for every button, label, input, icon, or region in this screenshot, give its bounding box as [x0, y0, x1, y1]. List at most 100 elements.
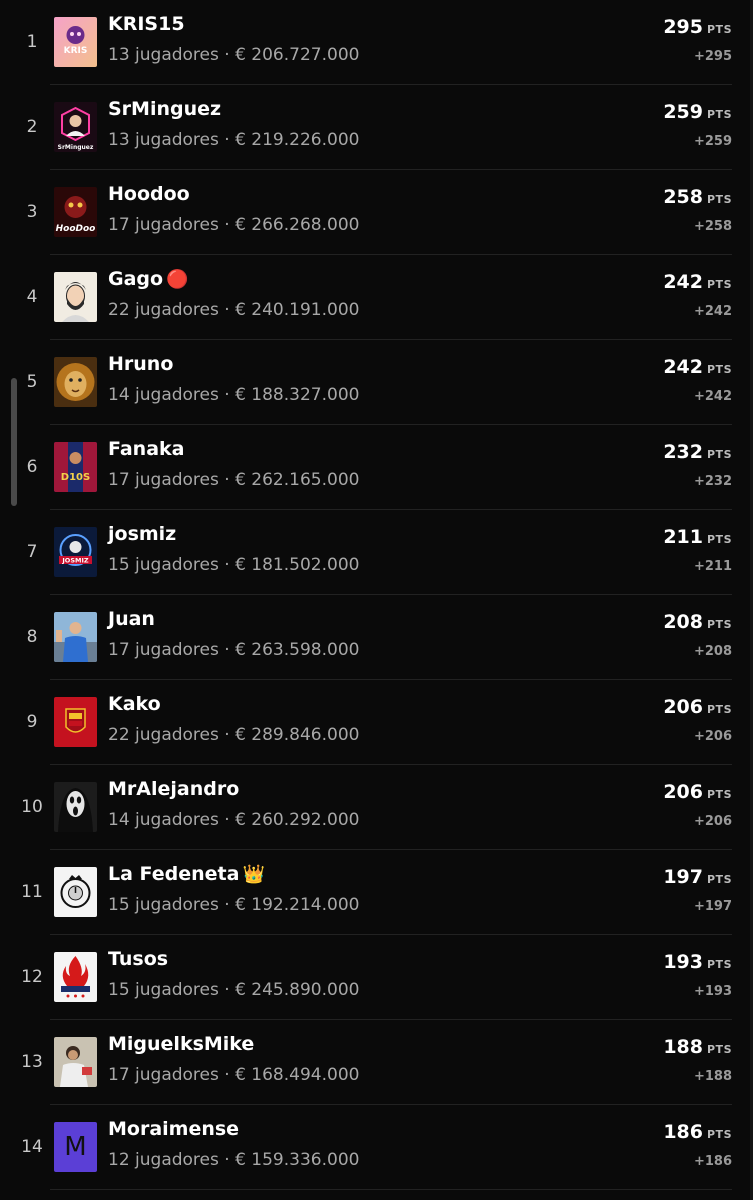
rank-number: 9 [26, 712, 38, 732]
points: 206 PTS [663, 781, 732, 803]
mralejandro-avatar [54, 782, 97, 832]
ranking-row[interactable]: 9 Kako 22 jugadores · € 289.846.000 206 P… [0, 680, 735, 765]
ranking-row[interactable]: 5 Hruno 14 jugadores · € 188.327.000 242… [0, 340, 735, 425]
ranking-row[interactable]: 2 SrMinguez SrMinguez 13 jugadores · € 2… [0, 85, 735, 170]
user-meta: 17 jugadores · € 168.494.000 [108, 1065, 360, 1085]
user-name: Tusos [108, 948, 169, 970]
points: 188 PTS [663, 1036, 732, 1058]
josmiz-avatar: JOSMIZ [54, 527, 97, 577]
rank-number: 13 [21, 1052, 43, 1072]
user-meta: 17 jugadores · € 263.598.000 [108, 640, 360, 660]
user-meta: 17 jugadores · € 266.268.000 [108, 215, 360, 235]
srminguez-avatar: SrMinguez [54, 102, 97, 152]
points: 211 PTS [663, 526, 732, 548]
points: 242 PTS [663, 356, 732, 378]
user-name: KRIS15 [108, 13, 185, 35]
rank-number: 3 [26, 202, 38, 222]
user-meta: 22 jugadores · € 289.846.000 [108, 725, 360, 745]
fanaka-avatar: D10S [54, 442, 97, 492]
user-name: La Fedeneta 👑 [108, 863, 265, 885]
points-delta: +295 [693, 49, 732, 64]
lafedeneta-avatar [54, 867, 97, 917]
points-delta: +206 [693, 814, 732, 829]
user-name: Moraimense [108, 1118, 240, 1140]
points: 259 PTS [663, 101, 732, 123]
svg-text:JOSMIZ: JOSMIZ [61, 557, 89, 565]
svg-text:KRIS: KRIS [64, 46, 88, 56]
user-name: MiguelksMike [108, 1033, 255, 1055]
user-name: Hruno [108, 353, 174, 375]
user-name: MrAlejandro [108, 778, 240, 800]
points-delta: +242 [693, 304, 732, 319]
ranking-row[interactable]: 11 La Fedeneta 👑 15 jugadores · € 192.214… [0, 850, 735, 935]
crown-icon: 👑 [242, 864, 265, 885]
user-name: SrMinguez [108, 98, 222, 120]
points-delta: +188 [693, 1069, 732, 1084]
ranking-row[interactable]: 8 Juan 17 jugadores · € 263.598.000 208 P… [0, 595, 735, 680]
rank-number: 6 [26, 457, 38, 477]
points-delta: +211 [693, 559, 732, 574]
ranking-row[interactable]: 1 KRIS KRIS15 13 jugadores · € 206.727.0… [0, 0, 735, 85]
points-delta: +232 [693, 474, 732, 489]
kako-avatar [54, 697, 97, 747]
svg-text:SrMinguez: SrMinguez [58, 144, 94, 151]
user-meta: 14 jugadores · € 260.292.000 [108, 810, 360, 830]
ranking-row[interactable]: 14 M Moraimense 12 jugadores · € 159.336… [0, 1105, 735, 1190]
user-meta: 15 jugadores · € 192.214.000 [108, 895, 360, 915]
rank-number: 11 [21, 882, 43, 902]
ranking-row[interactable]: 7 JOSMIZ josmiz 15 jugadores · € 181.502… [0, 510, 735, 595]
miguelksmike-avatar [54, 1037, 97, 1087]
points-delta: +258 [693, 219, 732, 234]
user-meta: 22 jugadores · € 240.191.000 [108, 300, 360, 320]
rank-number: 8 [26, 627, 38, 647]
user-meta: 15 jugadores · € 181.502.000 [108, 555, 360, 575]
ranking-row[interactable]: 10 MrAlejandro 14 jugadores · € 260.292.… [0, 765, 735, 850]
points: 186 PTS [663, 1121, 732, 1143]
ranking-row[interactable]: 6 D10S Fanaka 17 jugadores · € 262.165.0… [0, 425, 735, 510]
rank-number: 4 [26, 287, 38, 307]
points: 295 PTS [663, 16, 732, 38]
user-meta: 14 jugadores · € 188.327.000 [108, 385, 360, 405]
user-name: Fanaka [108, 438, 185, 460]
rank-number: 5 [26, 372, 38, 392]
user-meta: 13 jugadores · € 219.226.000 [108, 130, 360, 150]
ranking-row[interactable]: 3 HooDoo Hoodoo 17 jugadores · € 266.268… [0, 170, 735, 255]
points-delta: +208 [693, 644, 732, 659]
ranking-row[interactable]: 4 Gago 🔴 22 jugadores · € 240.191.000 242… [0, 255, 735, 340]
points-delta: +242 [693, 389, 732, 404]
rank-number: 12 [21, 967, 43, 987]
ranking-panel: 1 KRIS KRIS15 13 jugadores · € 206.727.0… [0, 0, 753, 1200]
row-divider [50, 1189, 732, 1190]
user-meta: 15 jugadores · € 245.890.000 [108, 980, 360, 1000]
points: 208 PTS [663, 611, 732, 633]
svg-text:HooDoo: HooDoo [56, 224, 96, 234]
user-meta: 17 jugadores · € 262.165.000 [108, 470, 360, 490]
avatar-initial: M [64, 1132, 87, 1162]
user-name: josmiz [108, 523, 177, 545]
rank-number: 2 [26, 117, 38, 137]
user-name: Gago 🔴 [108, 268, 189, 290]
rank-number: 10 [21, 797, 43, 817]
svg-text:D10S: D10S [61, 472, 90, 483]
rank-number: 7 [26, 542, 38, 562]
hruno-avatar [54, 357, 97, 407]
ranking-row[interactable]: 13 MiguelksMike 17 jugadores · € 168.494… [0, 1020, 735, 1105]
rank-number: 1 [26, 32, 38, 52]
red-circle-icon: 🔴 [166, 269, 189, 290]
points: 258 PTS [663, 186, 732, 208]
points-delta: +193 [693, 984, 732, 999]
points: 242 PTS [663, 271, 732, 293]
rank-number: 14 [21, 1137, 43, 1157]
points-delta: +186 [693, 1154, 732, 1169]
user-name: Kako [108, 693, 161, 715]
points-delta: +206 [693, 729, 732, 744]
gago-avatar [54, 272, 97, 322]
ranking-row[interactable]: 12 Tusos 15 jugadores · € 245.890.000 19… [0, 935, 735, 1020]
tusos-avatar [54, 952, 97, 1002]
user-name: Juan [108, 608, 155, 630]
user-name: Hoodoo [108, 183, 190, 205]
points: 193 PTS [663, 951, 732, 973]
points: 206 PTS [663, 696, 732, 718]
hoodoo-avatar: HooDoo [54, 187, 97, 237]
user-meta: 12 jugadores · € 159.336.000 [108, 1150, 360, 1170]
